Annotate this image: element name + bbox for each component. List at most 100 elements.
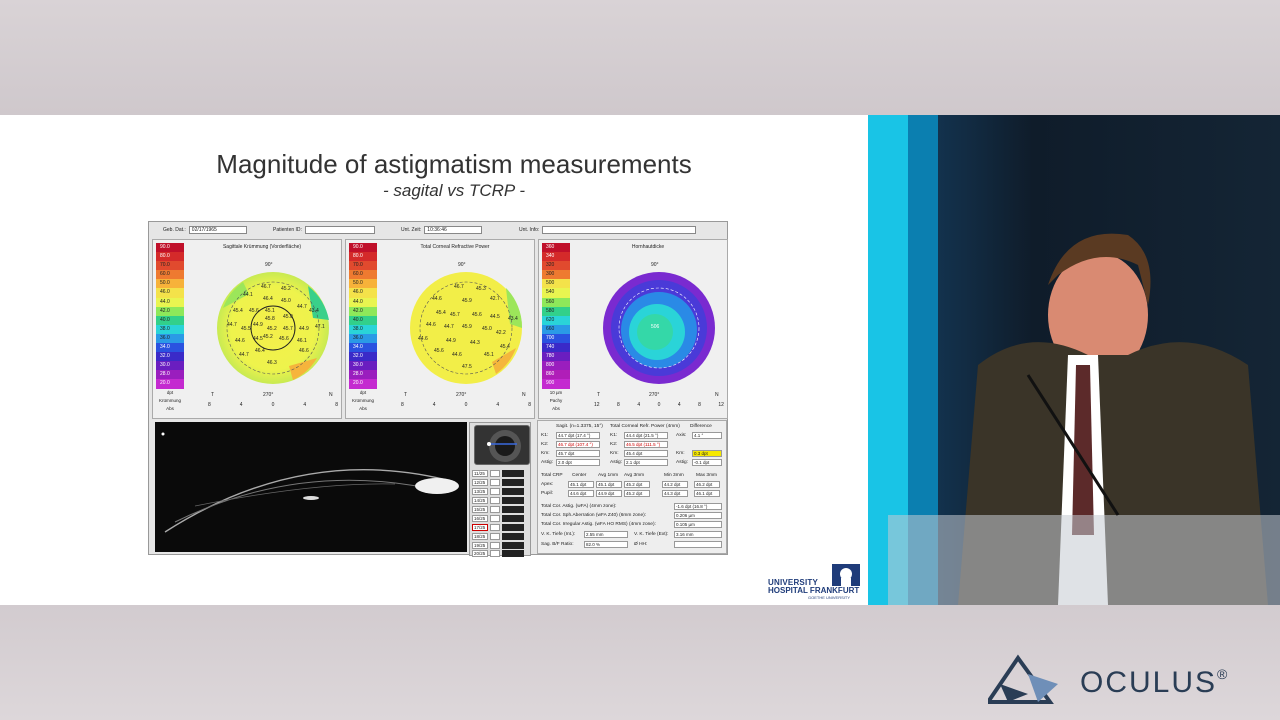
sagittal-curvature-map[interactable]: 46.7 45.2 44.1 45.4 46.4 45.0 44.7 45.6 … <box>213 268 333 388</box>
thumbnail-row[interactable]: 19/25 <box>472 541 528 549</box>
thumbnail-row[interactable]: 18/25 <box>472 532 528 540</box>
presentation-slide: Magnitude of astigmatism measurements - … <box>0 115 868 605</box>
thumbnail-row[interactable]: 20/25 <box>472 549 528 557</box>
scale-step: 30.0 <box>349 361 377 371</box>
thumb-label: 18/25 <box>472 532 488 540</box>
crp-value: 45.2 dpt <box>624 490 650 497</box>
scale-type: Krümmung <box>351 398 374 403</box>
thumb-image <box>502 478 524 486</box>
axis-top-label: 90° <box>458 262 466 268</box>
scale-step: 46.0 <box>156 288 184 298</box>
pachymetry-map[interactable]: 506 <box>599 268 719 388</box>
k2-tcrp-value: 46.5 dpt (111.5 °) <box>624 441 668 448</box>
column-header: Max 3mm <box>696 473 718 478</box>
sph-aberration-value: 0.206 µm <box>674 512 722 519</box>
tcrp-map[interactable]: 46.7 45.3 44.6 45.4 45.9 42.7 44.6 45.7 … <box>406 268 526 388</box>
acd-internal-value: 2.55 mm <box>584 531 628 538</box>
km-difference-value: 0.3 dpt <box>692 450 722 457</box>
panel-title: Total Corneal Refractive Power <box>420 244 490 250</box>
scale-step: 30.0 <box>156 361 184 371</box>
scale-step: 46.0 <box>349 288 377 298</box>
thumbnail-row[interactable]: 15/25 <box>472 505 528 513</box>
svg-text:45.4: 45.4 <box>233 308 243 314</box>
thumb-image <box>502 514 524 522</box>
color-scale: 360 340 320 300 500 540 560 580 620 660 … <box>542 243 570 389</box>
svg-text:45.9: 45.9 <box>462 298 472 304</box>
thumbnail-row[interactable]: 14/25 <box>472 496 528 504</box>
thumbnail-row[interactable]: 16/25 <box>472 514 528 522</box>
row-label: Ø HH: <box>634 542 648 547</box>
svg-text:45.6: 45.6 <box>472 312 482 318</box>
column-header: Sagit. (n=1.3375, 15°) <box>556 424 603 429</box>
row-label: Km: <box>541 451 550 456</box>
slit-angle-icon <box>490 487 500 495</box>
k1-tcrp-value: 44.4 dpt (21.5 °) <box>624 432 668 439</box>
svg-text:44.6: 44.6 <box>235 338 245 344</box>
thumb-label: 19/25 <box>472 541 488 549</box>
axis-left-label: T <box>404 392 408 398</box>
svg-text:44.5: 44.5 <box>253 336 263 342</box>
axis-bottom-label: 270° <box>649 392 660 398</box>
svg-text:43.4: 43.4 <box>309 308 319 314</box>
scale-step: 42.0 <box>156 306 184 316</box>
svg-text:506: 506 <box>651 324 660 330</box>
tick-label: 8 <box>401 402 404 408</box>
panel-title: Sagittale Krümmung (Vorderfläche) <box>222 244 302 250</box>
astig-difference-value: -0.1 dpt <box>692 459 722 466</box>
thumb-label: 11/25 <box>472 469 488 477</box>
crp-value: 45.1 dpt <box>568 481 594 488</box>
thumbnail-row-selected[interactable]: 17/25 <box>472 523 528 531</box>
scale-step: 320 <box>542 261 570 271</box>
svg-text:44.6: 44.6 <box>418 336 428 342</box>
scale-step: 28.0 <box>349 370 377 380</box>
astig-sagittal-value: 2.0 dpt <box>556 459 600 466</box>
scale-step: 32.0 <box>156 352 184 362</box>
scale-step: 70.0 <box>349 261 377 271</box>
svg-text:45.9: 45.9 <box>462 324 472 330</box>
university-hospital-logo: UNIVERSITY HOSPITAL FRANKFURT GOETHE UNI… <box>768 564 864 600</box>
svg-text:46.3: 46.3 <box>267 360 277 366</box>
row-label: Astig: <box>541 460 553 465</box>
tick-label: 4 <box>239 402 243 408</box>
image-thumbnail-list: 11/25 12/25 13/25 14/25 15/25 16/25 17/2… <box>469 422 531 557</box>
brand-name: OCULUS <box>1080 666 1218 699</box>
tick-label: 0 <box>271 402 275 408</box>
row-label: Astig: <box>676 460 688 465</box>
scale-step: 80.0 <box>156 252 184 262</box>
svg-text:44.9: 44.9 <box>446 338 456 344</box>
svg-text:42.7: 42.7 <box>490 296 500 302</box>
svg-text:44.7: 44.7 <box>227 322 237 328</box>
scale-step: 660 <box>542 324 570 334</box>
scale-unit: dpt <box>359 390 367 395</box>
thumbnail-row[interactable]: 13/25 <box>472 487 528 495</box>
thumb-image <box>502 487 524 495</box>
oculus-wordmark: OCULUS® <box>1080 666 1229 700</box>
row-label: Axis: <box>676 433 687 438</box>
color-scale: 90.0 80.0 70.0 60.0 50.0 46.0 44.0 42.0 … <box>156 243 184 389</box>
svg-text:44.6: 44.6 <box>452 352 462 358</box>
scale-step: 740 <box>542 343 570 353</box>
tick-label: 8 <box>528 402 531 408</box>
scheimpflug-image[interactable] <box>155 422 467 552</box>
svg-text:45.0: 45.0 <box>482 326 492 332</box>
svg-text:44.6: 44.6 <box>432 296 442 302</box>
speaker-video <box>868 115 1280 605</box>
pupil-camera-image[interactable] <box>474 425 530 465</box>
thumbnail-row[interactable]: 11/25 <box>472 469 528 477</box>
column-header: Difference <box>690 424 712 429</box>
axis-top-label: 90° <box>265 262 273 268</box>
svg-text:45.4: 45.4 <box>436 310 446 316</box>
column-header: Avg 1mm <box>598 473 619 478</box>
km-tcrp-value: 45.4 dpt <box>624 450 668 457</box>
bf-ratio-value: 82.0 % <box>584 541 628 548</box>
color-scale: 90.0 80.0 70.0 60.0 50.0 46.0 44.0 42.0 … <box>349 243 377 389</box>
thumbnail-row[interactable]: 12/25 <box>472 478 528 486</box>
thumb-label: 20/25 <box>472 549 488 557</box>
crp-value: 44.6 dpt <box>568 490 594 497</box>
tick-label: 0 <box>464 402 468 408</box>
logo-line-2: HOSPITAL FRANKFURT <box>768 586 860 595</box>
svg-text:46.1: 46.1 <box>297 338 307 344</box>
scale-step: 34.0 <box>349 343 377 353</box>
scale-step: 32.0 <box>349 352 377 362</box>
scale-unit: dpt <box>166 390 174 395</box>
